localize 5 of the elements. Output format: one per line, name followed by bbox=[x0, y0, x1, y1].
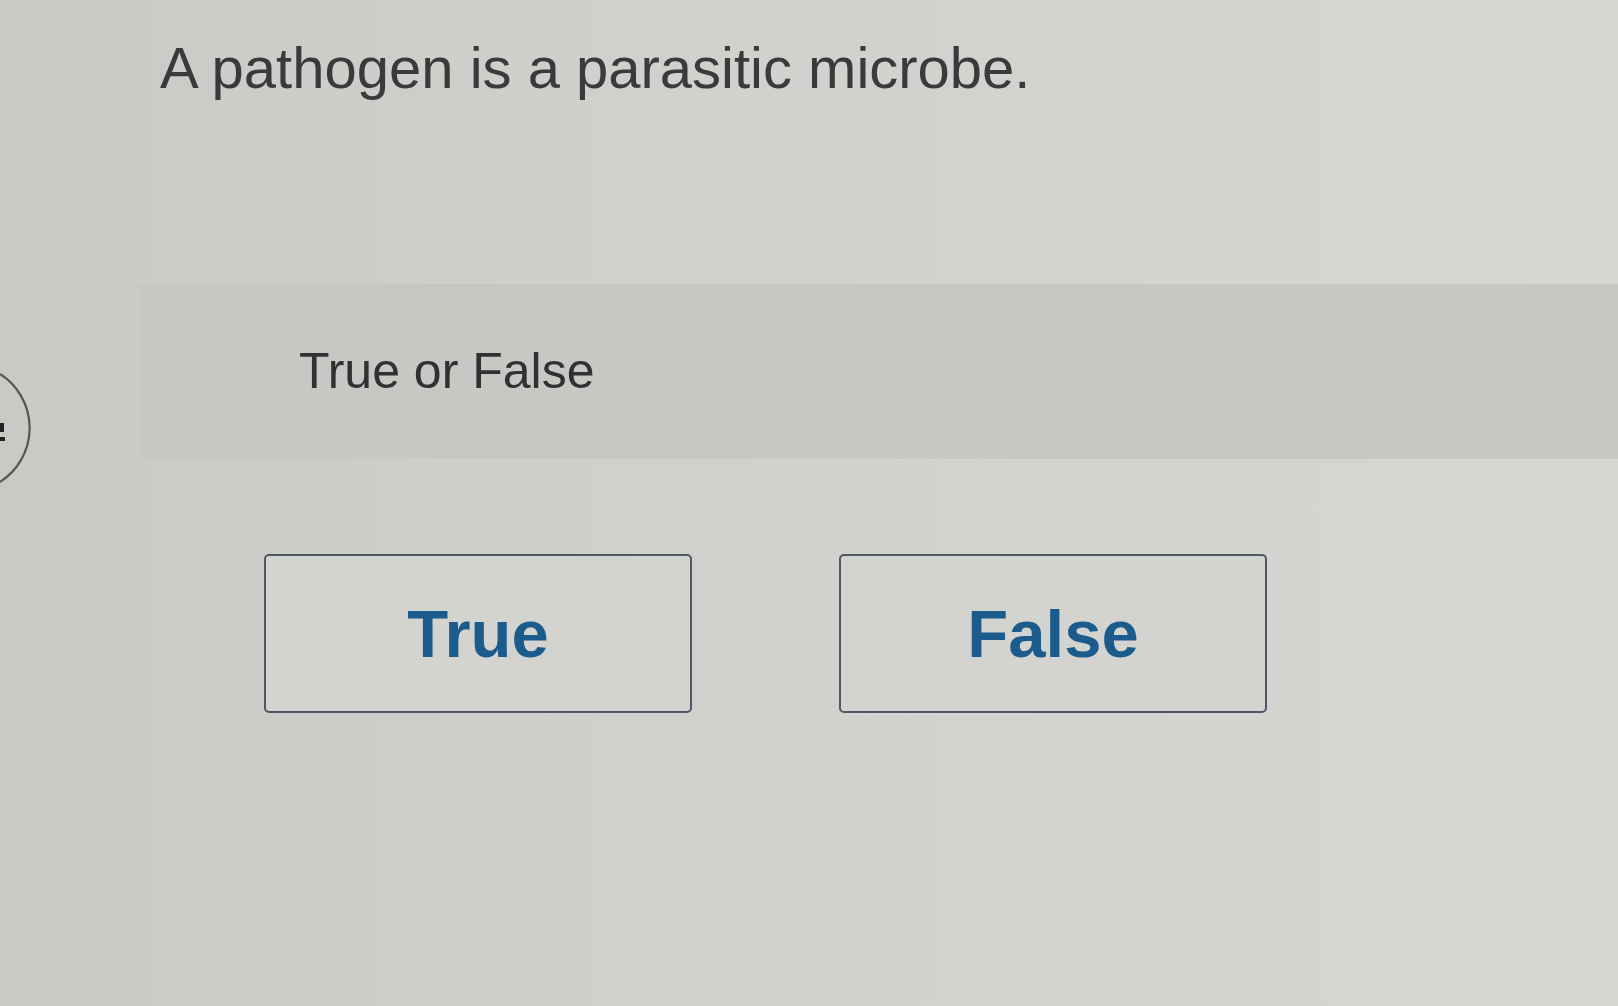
prompt-label: True or False bbox=[299, 342, 595, 401]
answer-option-button[interactable]: False bbox=[839, 553, 1267, 713]
question-text: A pathogen is a parasitic microbe. bbox=[160, 35, 1031, 102]
circle-icon[interactable] bbox=[0, 373, 32, 483]
answer-option-button[interactable]: True bbox=[264, 553, 692, 713]
